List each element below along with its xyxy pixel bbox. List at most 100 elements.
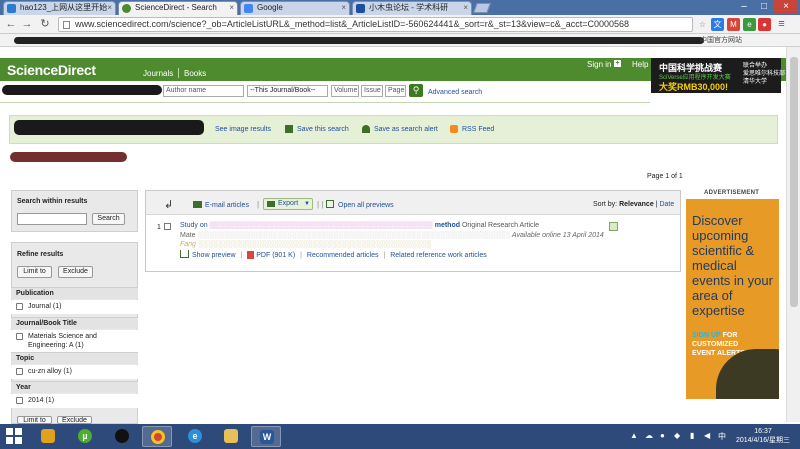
chrome-icon [151, 430, 165, 444]
tab-xiaomuchong[interactable]: 小木虫论坛 - 学术科研 × [352, 1, 472, 15]
facet-item-label: Materials Science and Engineering: A (1) [28, 333, 97, 349]
recommended-articles-link[interactable]: Recommended articles [307, 252, 379, 259]
result-authors: Fang ░░░░░░░░░░░░░░░░░░░░░░░░░░░░░░░░░░░… [180, 241, 432, 248]
limit-to-button[interactable]: Limit to [17, 266, 52, 278]
taskbar-app-1[interactable] [33, 426, 63, 447]
result-checkbox[interactable] [164, 223, 171, 230]
close-icon[interactable]: × [463, 2, 468, 14]
translate-extension-icon[interactable]: 文 [711, 18, 724, 31]
email-articles-link[interactable]: E-mail articles [205, 202, 249, 209]
select-all-arrow-icon[interactable]: ↲ [164, 198, 173, 211]
preview-icon [326, 200, 334, 208]
window-close-icon[interactable]: × [774, 0, 798, 14]
reload-icon[interactable]: ↻ [38, 17, 52, 31]
extension-icon-2[interactable]: ● [758, 18, 771, 31]
system-clock[interactable]: 16:37 2014/4/16/星期三 [733, 427, 793, 445]
forward-icon[interactable]: → [20, 17, 34, 31]
tray-app-icon[interactable]: ● [660, 431, 665, 440]
advertisement[interactable]: Discover upcoming scientific & medical e… [686, 199, 779, 399]
volume-input[interactable]: Volume [331, 85, 359, 97]
search-within-button[interactable]: Search [92, 213, 125, 225]
scrollbar-thumb[interactable] [790, 57, 798, 307]
taskbar-word[interactable]: W [251, 426, 281, 447]
search-icon[interactable]: ⚲ [409, 84, 423, 97]
exclude-button-bottom[interactable]: Exclude [57, 416, 92, 424]
tab-google[interactable]: Google × [240, 1, 350, 15]
bookmark-item[interactable]: 中国官方网站 [700, 35, 742, 45]
sciencedirect-logo[interactable]: ScienceDirect [7, 62, 96, 78]
quick-search-bar: Author name --This Journal/Book-- Volume… [0, 81, 650, 103]
sign-in-link[interactable]: Sign in [587, 60, 611, 69]
checkbox[interactable] [16, 333, 23, 340]
checkbox[interactable] [16, 368, 23, 375]
xiaomuchong-favicon-icon [356, 4, 365, 13]
taskbar-explorer[interactable] [216, 426, 246, 447]
facet-item[interactable]: Journal (1) [11, 300, 138, 314]
help-link[interactable]: Help [632, 60, 648, 69]
rss-feed-link[interactable]: RSS Feed [462, 126, 494, 133]
menu-icon[interactable]: ≡ [775, 18, 788, 31]
star-icon[interactable]: ☆ [696, 18, 709, 31]
promo-banner[interactable]: 中国科学挑战赛 SciVerse应用程序开发大赛 大奖RMB30,000! 联合… [651, 58, 785, 93]
taskbar-qq[interactable] [107, 426, 137, 447]
advanced-search-link[interactable]: Advanced search [428, 89, 482, 96]
pdf-link[interactable]: PDF (901 K) [256, 252, 295, 259]
save-search-alert-link[interactable]: Save as search alert [374, 126, 438, 133]
windows-start-icon[interactable] [6, 428, 23, 445]
taskbar-ie[interactable]: e [180, 426, 210, 447]
nav-books[interactable]: Books [184, 69, 206, 78]
sort-date[interactable]: Date [659, 201, 674, 208]
limit-to-button-bottom[interactable]: Limit to [17, 416, 52, 424]
back-icon[interactable]: ← [4, 17, 18, 31]
checkbox[interactable] [16, 303, 23, 310]
cloud-icon[interactable]: ☁ [645, 431, 653, 440]
author-input[interactable]: Author name [163, 85, 244, 97]
result-actions: Show preview | PDF (901 K) | Recommended… [180, 251, 487, 259]
network-icon[interactable]: ▮ [690, 431, 694, 440]
new-tab-button[interactable] [473, 3, 491, 13]
maximize-icon[interactable]: □ [755, 0, 773, 14]
volume-icon[interactable]: ◀ [704, 431, 710, 440]
taskbar-chrome[interactable] [142, 426, 172, 447]
gmail-extension-icon[interactable]: M [727, 18, 740, 31]
minimize-icon[interactable]: – [735, 0, 753, 14]
facet-publication: Publication [11, 287, 138, 299]
close-icon[interactable]: × [107, 2, 112, 14]
tab-hao123[interactable]: hao123_上网从这里开始 × [3, 1, 116, 15]
result-title-link[interactable]: Study on ▒▒▒▒▒▒▒▒▒▒▒▒▒▒▒▒▒▒▒▒▒▒▒▒▒▒▒▒▒▒▒… [180, 222, 539, 229]
banner-prize: 大奖RMB30,000! [659, 82, 729, 92]
see-image-results-link[interactable]: See image results [215, 126, 271, 133]
close-icon[interactable]: × [341, 2, 346, 14]
facet-item[interactable]: 2014 (1) [11, 394, 138, 408]
extension-icon[interactable]: e [743, 18, 756, 31]
nav-journals[interactable]: Journals [143, 69, 173, 78]
exclude-button[interactable]: Exclude [58, 266, 93, 278]
input-method-icon[interactable]: 中 [718, 431, 726, 442]
page-scrollbar[interactable] [786, 47, 800, 422]
ad-headline: Discover upcoming scientific & medical e… [692, 213, 773, 318]
facet-item[interactable]: cu-zn alloy (1) [11, 365, 138, 379]
facet-item[interactable]: Materials Science and Engineering: A (1) [11, 330, 138, 352]
tray-arrow-icon[interactable]: ▲ [630, 431, 638, 440]
page-input[interactable]: Page [385, 85, 406, 97]
save-search-link[interactable]: Save this search [297, 126, 349, 133]
related-reference-link[interactable]: Related reference work articles [390, 252, 487, 259]
taskbar-utorrent[interactable]: µ [70, 426, 100, 447]
close-icon[interactable]: × [229, 2, 234, 14]
address-bar[interactable]: www.sciencedirect.com/science?_ob=Articl… [58, 17, 693, 32]
issue-input[interactable]: Issue [361, 85, 383, 97]
clock-time: 16:37 [754, 428, 772, 435]
export-button[interactable]: Export ▼ [263, 198, 313, 210]
abstract-icon[interactable] [609, 222, 618, 231]
nav-divider [178, 68, 179, 78]
search-within-input[interactable] [17, 213, 87, 225]
sort-relevance[interactable]: Relevance [619, 201, 654, 208]
journal-input[interactable]: --This Journal/Book-- [247, 85, 328, 97]
open-all-previews-link[interactable]: Open all previews [338, 202, 394, 209]
checkbox[interactable] [16, 397, 23, 404]
tray-shield-icon[interactable]: ◆ [674, 431, 680, 440]
tab-sciencedirect[interactable]: ScienceDirect - Search × [118, 1, 238, 15]
bookmarks-bar: 中国官方网站 [0, 34, 800, 47]
expand-icon[interactable]: + [614, 60, 621, 67]
facet-item-label: cu-zn alloy (1) [28, 368, 72, 375]
